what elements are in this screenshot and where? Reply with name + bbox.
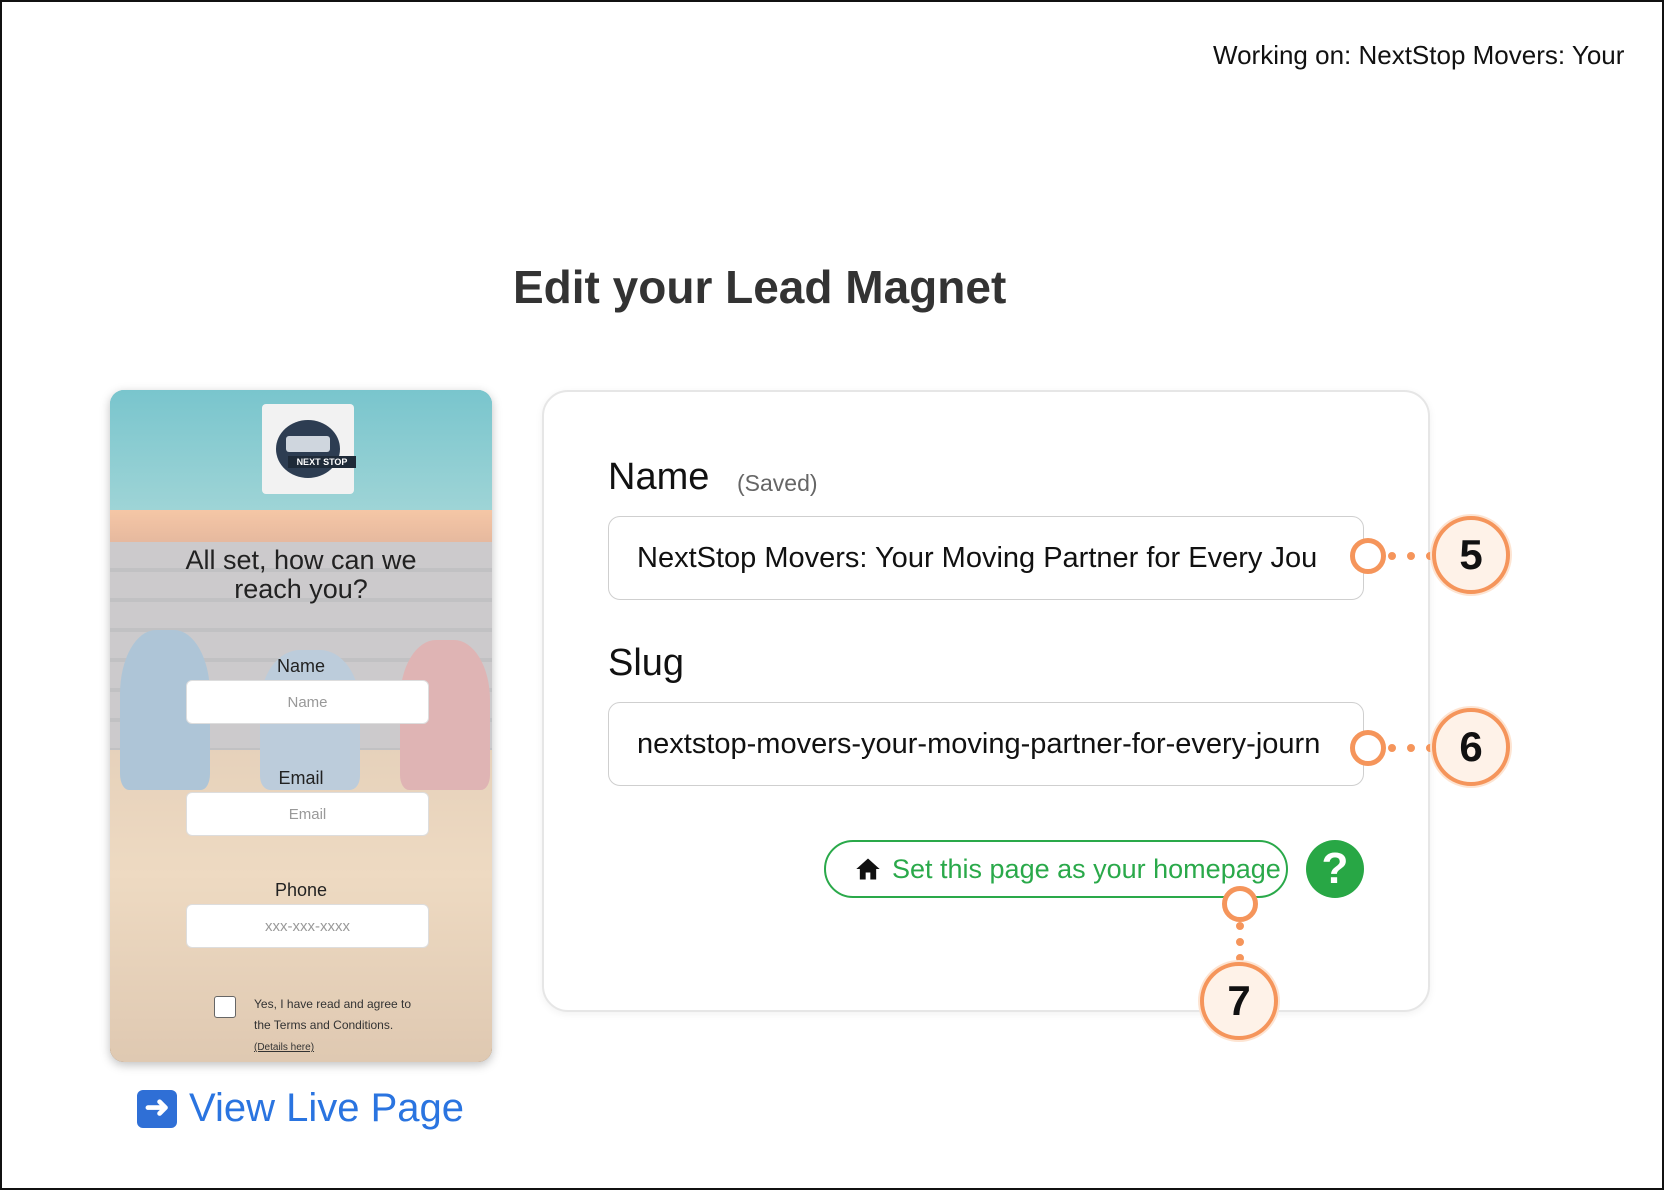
preview-email-label: Email <box>278 768 324 788</box>
callout-anchor-6 <box>1350 730 1386 766</box>
slug-input[interactable]: nextstop-movers-your-moving-partner-for-… <box>608 702 1364 786</box>
callout-anchor-7 <box>1222 886 1258 922</box>
callout-connector-6 <box>1388 744 1434 752</box>
preview-email-input[interactable]: Email <box>186 792 429 836</box>
preview-terms-link[interactable]: (Details here) <box>254 1042 314 1053</box>
preview-name-input[interactable]: Name <box>186 680 429 724</box>
truck-logo-icon: NEXT STOP <box>276 420 356 478</box>
preview-name-label: Name <box>276 656 325 676</box>
page-title: Edit your Lead Magnet <box>513 261 1007 313</box>
name-input[interactable]: NextStop Movers: Your Moving Partner for… <box>608 516 1364 600</box>
callout-connector-7 <box>1236 922 1244 962</box>
preview-logo: NEXT STOP <box>262 404 356 494</box>
name-label: Name <box>608 456 710 498</box>
preview-terms-checkbox[interactable] <box>214 996 236 1018</box>
lead-magnet-form-card: Name (Saved) NextStop Movers: Your Movin… <box>542 390 1430 1012</box>
preview-phone-input[interactable]: xxx-xxx-xxxx <box>186 904 429 948</box>
preview-phone-label: Phone <box>274 880 328 900</box>
right-arrow-icon: ➜ <box>137 1089 177 1128</box>
slug-label: Slug <box>608 642 685 684</box>
help-icon[interactable]: ? <box>1306 840 1364 898</box>
home-icon <box>856 858 880 880</box>
preview-terms-text: Yes, I have read and agree to the Terms … <box>254 994 424 1058</box>
callout-anchor-5 <box>1350 538 1386 574</box>
working-on-label: Working on: NextStop Movers: Your <box>1213 40 1625 70</box>
callout-badge-6: 6 <box>1432 708 1510 786</box>
set-homepage-button[interactable]: Set this page as your homepage <box>824 840 1288 898</box>
lead-magnet-preview[interactable]: NEXT STOP All set, how can we reach you?… <box>110 390 492 1062</box>
callout-connector-5 <box>1388 552 1434 560</box>
preview-terms-label: Yes, I have read and agree to the Terms … <box>254 997 412 1032</box>
callout-badge-7: 7 <box>1200 962 1278 1040</box>
preview-heading: All set, how can we reach you? <box>185 545 417 604</box>
callout-badge-5: 5 <box>1432 516 1510 594</box>
name-saved-status: (Saved) <box>737 470 818 496</box>
set-homepage-label: Set this page as your homepage <box>892 853 1281 884</box>
logo-wordmark: NEXT STOP <box>288 456 356 468</box>
view-live-page-label[interactable]: View Live Page <box>189 1086 464 1131</box>
view-live-page-link[interactable]: ➜ View Live Page <box>137 1086 464 1131</box>
